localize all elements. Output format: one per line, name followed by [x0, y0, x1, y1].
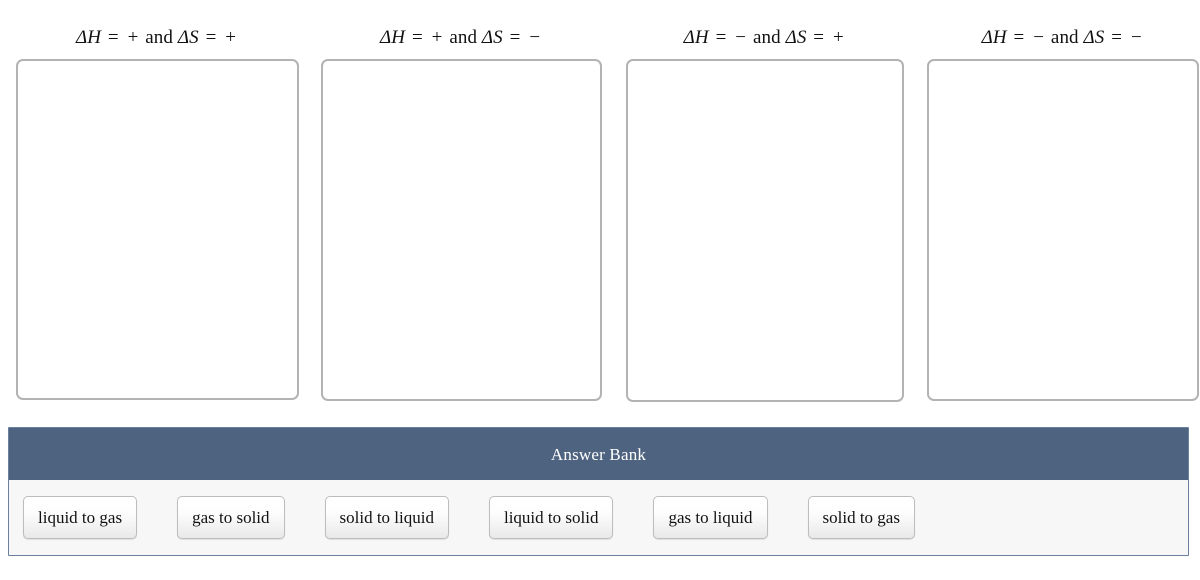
delta-s-sign-4: − [1130, 27, 1142, 48]
answer-bank-header: Answer Bank [9, 428, 1188, 480]
dropzone-box-4[interactable] [926, 59, 1199, 401]
equals-sign-2b: = [509, 27, 521, 48]
dropzone-label-4: ΔH = − and ΔS = − [982, 27, 1144, 49]
answer-bank-body: liquid to gas gas to solid solid to liqu… [9, 480, 1188, 555]
dropzone-row: ΔH = + and ΔS = + ΔH = + and ΔS = − ΔH =… [0, 0, 1200, 410]
answer-tile-liquid-to-solid[interactable]: liquid to solid [488, 496, 614, 539]
conjunction-1: and [145, 27, 173, 48]
dropzone-label-1: ΔH = + and ΔS = + [76, 27, 238, 49]
equals-sign-2: = [411, 27, 423, 48]
delta-h-sign-1: + [127, 27, 139, 48]
conjunction-3: and [752, 27, 781, 48]
dropzone-box-3[interactable] [625, 59, 904, 402]
answer-tile-gas-to-liquid[interactable]: gas to liquid [653, 496, 768, 539]
dropzone-box-1[interactable] [15, 59, 299, 400]
delta-s-symbol-2: ΔS [481, 27, 503, 48]
delta-h-symbol-1: ΔH [75, 27, 102, 48]
delta-s-symbol-4: ΔS [1083, 27, 1105, 48]
answer-tile-solid-to-gas[interactable]: solid to gas [807, 496, 915, 539]
page-bottom-strip [0, 557, 1200, 580]
equals-sign-3b: = [813, 27, 825, 48]
answer-tile-solid-to-liquid[interactable]: solid to liquid [324, 496, 449, 539]
dropzone-column-4: ΔH = − and ΔS = − [925, 0, 1200, 401]
drag-and-drop-exercise: ΔH = + and ΔS = + ΔH = + and ΔS = − ΔH =… [0, 0, 1200, 580]
delta-h-sign-2: + [431, 27, 443, 48]
delta-s-symbol-1: ΔS [177, 27, 199, 48]
delta-s-sign-1: + [225, 27, 237, 48]
delta-s-sign-3: + [832, 27, 844, 48]
equals-sign-1: = [107, 27, 119, 48]
equals-sign-4b: = [1111, 27, 1123, 48]
delta-s-symbol-3: ΔS [785, 27, 807, 48]
delta-h-sign-4: − [1033, 27, 1045, 48]
dropzone-label-2: ΔH = + and ΔS = − [380, 27, 542, 49]
dropzone-box-2[interactable] [320, 59, 602, 401]
answer-bank-panel: Answer Bank liquid to gas gas to solid s… [8, 427, 1189, 556]
conjunction-4: and [1050, 27, 1079, 48]
answer-tile-liquid-to-gas[interactable]: liquid to gas [23, 496, 138, 539]
dropzone-column-2: ΔH = + and ΔS = − [318, 0, 604, 401]
delta-h-sign-3: − [735, 27, 747, 48]
delta-s-sign-2: − [529, 27, 541, 48]
dropzone-column-3: ΔH = − and ΔS = + [624, 0, 905, 402]
answer-tile-gas-to-solid[interactable]: gas to solid [177, 496, 285, 539]
equals-sign-3: = [715, 27, 727, 48]
delta-h-symbol-4: ΔH [981, 27, 1007, 48]
equals-sign-1b: = [205, 27, 217, 48]
dropzone-label-3: ΔH = − and ΔS = + [684, 27, 846, 49]
answer-bank-title: Answer Bank [550, 444, 647, 464]
delta-h-symbol-3: ΔH [683, 27, 709, 48]
equals-sign-4: = [1013, 27, 1025, 48]
delta-h-symbol-2: ΔH [379, 27, 406, 48]
dropzone-column-1: ΔH = + and ΔS = + [14, 0, 300, 400]
conjunction-2: and [449, 27, 478, 48]
